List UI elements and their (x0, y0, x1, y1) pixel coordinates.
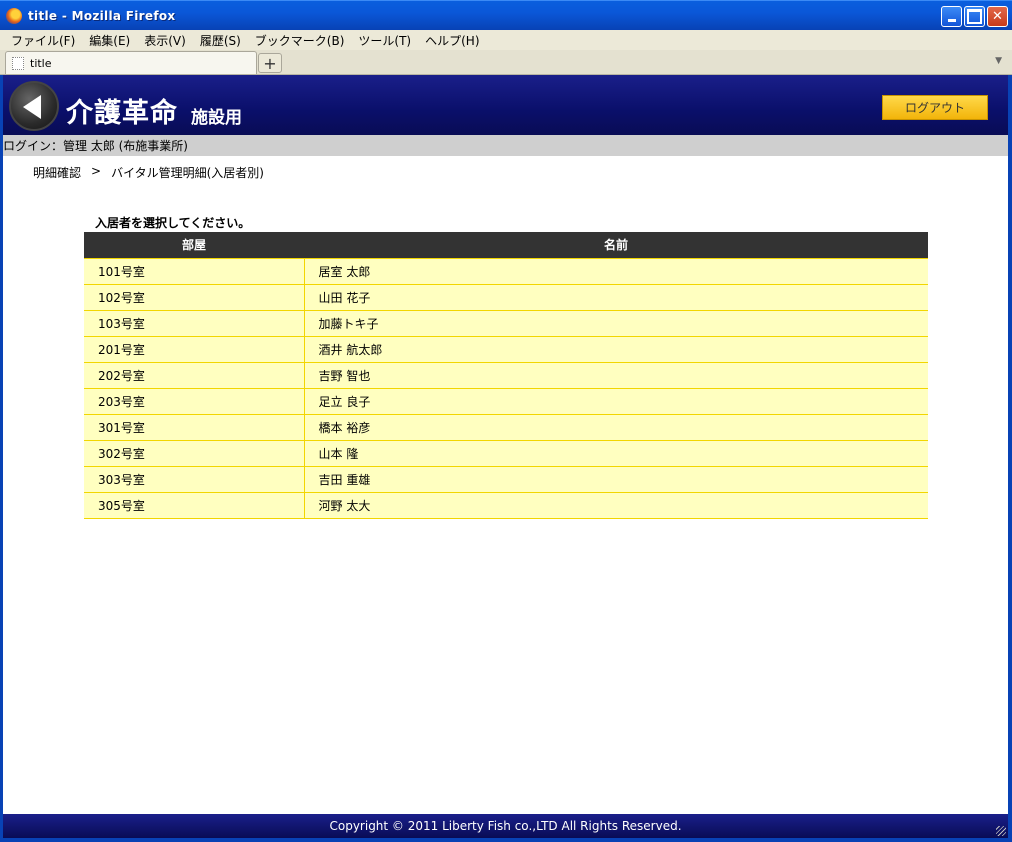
window-frame-bottom (0, 838, 1012, 842)
window-frame-right (1008, 75, 1012, 842)
room-cell[interactable]: 302号室 (84, 440, 305, 467)
resident-table: 部屋 名前 101号室 居室 太郎 102号室 山田 花子 103号室 加藤トキ… (84, 232, 928, 519)
room-cell[interactable]: 102号室 (84, 284, 305, 311)
page-header: 介護革命 施設用 ログアウト (3, 75, 1008, 135)
name-cell[interactable]: 橋本 裕彦 (304, 414, 928, 441)
app-subtitle: 施設用 (191, 108, 242, 128)
window-frame-left (0, 75, 3, 842)
login-status-bar: ログイン：管理 太郎 (布施事業所) (3, 135, 1008, 156)
logout-button[interactable]: ログアウト (882, 95, 988, 120)
breadcrumb-item-vital: バイタル管理明細(入居者別) (111, 166, 264, 180)
table-row[interactable]: 302号室 山本 隆 (84, 440, 928, 467)
close-icon: ✕ (992, 9, 1003, 24)
menu-help[interactable]: ヘルプ(H) (418, 32, 486, 49)
room-cell[interactable]: 202号室 (84, 362, 305, 389)
table-row[interactable]: 201号室 酒井 航太郎 (84, 336, 928, 363)
menu-history[interactable]: 履歴(S) (193, 32, 248, 49)
tab-title[interactable]: title (5, 51, 257, 74)
menu-bookmarks[interactable]: ブックマーク(B) (248, 32, 352, 49)
table-row[interactable]: 102号室 山田 花子 (84, 284, 928, 311)
table-row[interactable]: 305号室 河野 太大 (84, 492, 928, 519)
page-footer: Copyright © 2011 Liberty Fish co.,LTD Al… (3, 814, 1008, 838)
resize-grip-icon[interactable] (996, 826, 1006, 836)
menubar: ファイル(F) 編集(E) 表示(V) 履歴(S) ブックマーク(B) ツール(… (0, 30, 1012, 50)
instruction-text: 入居者を選択してください。 (95, 216, 251, 230)
name-cell[interactable]: 山本 隆 (304, 440, 928, 467)
breadcrumb: 明細確認 > バイタル管理明細(入居者別) (33, 164, 264, 181)
back-arrow-icon (23, 95, 41, 119)
room-cell[interactable]: 305号室 (84, 492, 305, 519)
tab-list-dropdown-icon[interactable]: ▼ (995, 56, 1002, 66)
menu-view[interactable]: 表示(V) (137, 32, 193, 49)
minimize-button[interactable] (941, 6, 962, 27)
app-title: 介護革命 (66, 98, 178, 129)
column-header-room: 部屋 (84, 232, 304, 258)
name-cell[interactable]: 足立 良子 (304, 388, 928, 415)
name-cell[interactable]: 加藤トキ子 (304, 310, 928, 337)
login-status-text: ログイン：管理 太郎 (布施事業所) (3, 139, 188, 153)
name-cell[interactable]: 河野 太大 (304, 492, 928, 519)
tab-label: title (30, 56, 52, 70)
name-cell[interactable]: 居室 太郎 (304, 257, 928, 285)
name-cell[interactable]: 吉田 重雄 (304, 466, 928, 493)
menu-edit[interactable]: 編集(E) (82, 32, 137, 49)
new-tab-button[interactable]: + (258, 53, 282, 73)
maximize-icon (965, 7, 984, 26)
page-icon (12, 56, 24, 70)
table-row[interactable]: 202号室 吉野 智也 (84, 362, 928, 389)
column-header-name: 名前 (304, 232, 928, 258)
minimize-icon (942, 7, 961, 26)
copyright-text: Copyright © 2011 Liberty Fish co.,LTD Al… (329, 819, 682, 833)
name-cell[interactable]: 酒井 航太郎 (304, 336, 928, 363)
tab-bar: title + ▼ (0, 50, 1012, 75)
back-button[interactable] (9, 81, 59, 131)
firefox-icon (6, 7, 22, 24)
table-row[interactable]: 101号室 居室 太郎 (84, 257, 928, 285)
breadcrumb-item-detail[interactable]: 明細確認 (33, 164, 81, 181)
close-button[interactable]: ✕ (987, 6, 1008, 27)
name-cell[interactable]: 吉野 智也 (304, 362, 928, 389)
table-row[interactable]: 103号室 加藤トキ子 (84, 310, 928, 337)
window-title: title - Mozilla Firefox (28, 8, 176, 23)
menu-file[interactable]: ファイル(F) (4, 32, 82, 49)
room-cell[interactable]: 303号室 (84, 466, 305, 493)
room-cell[interactable]: 103号室 (84, 310, 305, 337)
name-cell[interactable]: 山田 花子 (304, 284, 928, 311)
maximize-button[interactable] (964, 6, 985, 27)
table-header-row: 部屋 名前 (84, 232, 928, 258)
window-controls: ✕ (941, 6, 1008, 27)
room-cell[interactable]: 203号室 (84, 388, 305, 415)
table-row[interactable]: 301号室 橋本 裕彦 (84, 414, 928, 441)
table-row[interactable]: 303号室 吉田 重雄 (84, 466, 928, 493)
room-cell[interactable]: 101号室 (84, 257, 305, 285)
table-row[interactable]: 203号室 足立 良子 (84, 388, 928, 415)
window-titlebar[interactable]: title - Mozilla Firefox ✕ (0, 0, 1012, 30)
menu-tools[interactable]: ツール(T) (351, 32, 418, 49)
breadcrumb-separator: > (91, 164, 102, 178)
room-cell[interactable]: 201号室 (84, 336, 305, 363)
room-cell[interactable]: 301号室 (84, 414, 305, 441)
